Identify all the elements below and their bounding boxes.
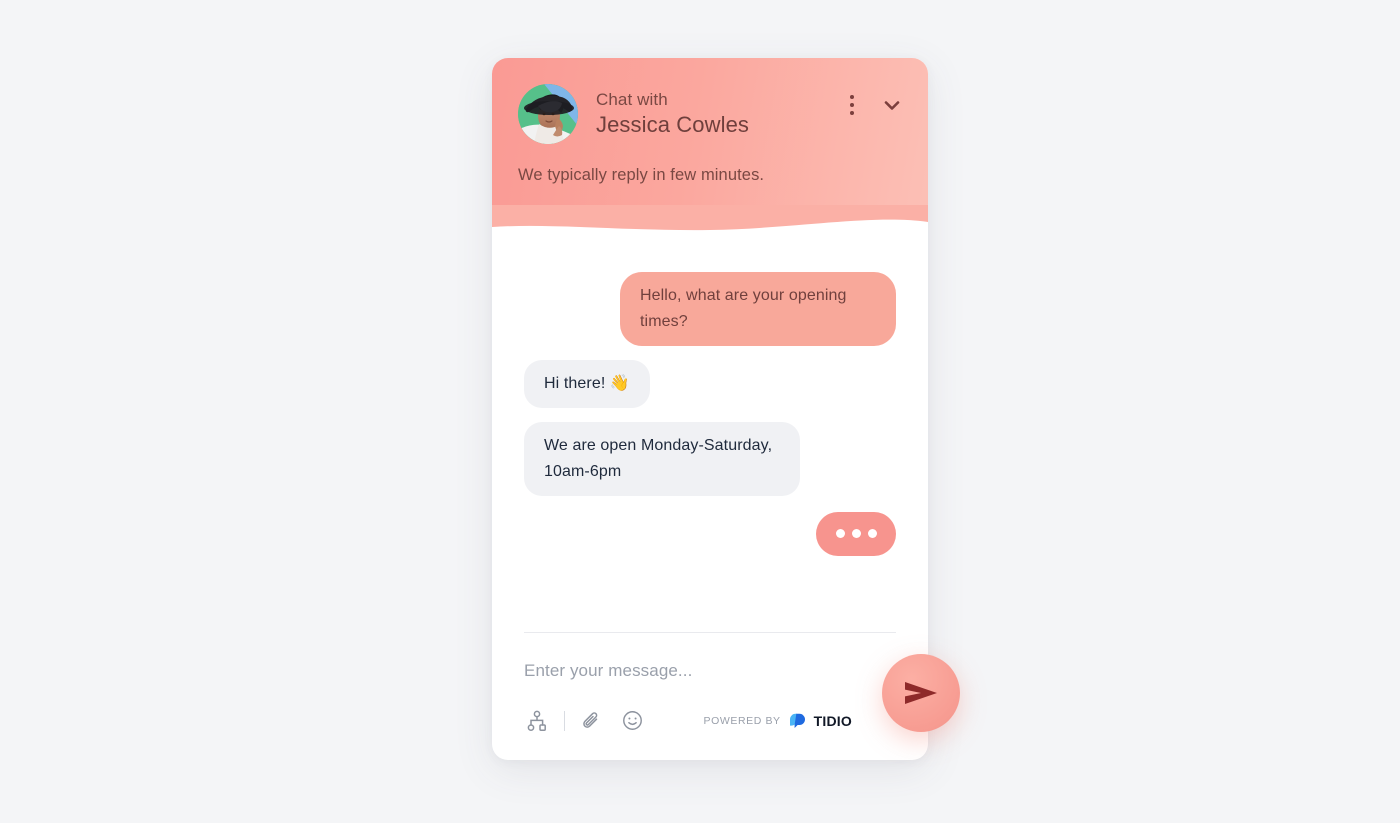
chat-with-label: Chat with	[596, 89, 668, 109]
emoji-icon[interactable]	[619, 707, 646, 734]
page-background: Chat with Jessica Cowles We typically re…	[0, 0, 1400, 823]
powered-by: POWERED BY TIDIO	[703, 712, 852, 729]
header-actions	[848, 91, 906, 137]
more-vertical-icon[interactable]	[848, 93, 856, 117]
chat-widget: Chat with Jessica Cowles We typically re…	[492, 58, 928, 760]
message-bubble-agent: Hi there! 👋	[524, 359, 650, 408]
typing-dot	[851, 529, 861, 539]
paperclip-icon[interactable]	[579, 708, 605, 734]
chevron-down-icon[interactable]	[878, 91, 906, 119]
composer-tools	[524, 707, 646, 734]
message-row-agent: Hi there! 👋	[524, 359, 896, 408]
avatar[interactable]	[518, 84, 578, 144]
header-titles: Chat with Jessica Cowles	[596, 89, 840, 140]
typing-indicator-row	[524, 511, 896, 556]
message-bubble-visitor: Hello, what are your opening times?	[620, 272, 896, 346]
message-row-agent: We are open Monday-Saturday, 10am-6pm	[524, 421, 896, 496]
send-button[interactable]	[882, 654, 960, 732]
message-bubble-agent: We are open Monday-Saturday, 10am-6pm	[524, 421, 800, 496]
typing-dot	[835, 529, 845, 539]
message-composer: POWERED BY TIDIO	[492, 632, 928, 760]
composer-divider	[524, 632, 896, 633]
message-input[interactable]	[524, 661, 896, 681]
header-top-row: Chat with Jessica Cowles	[492, 58, 928, 144]
typing-dot	[867, 529, 877, 539]
message-list: Hello, what are your opening times? Hi t…	[492, 238, 928, 638]
chat-widget-header: Chat with Jessica Cowles We typically re…	[492, 58, 928, 238]
powered-by-label: POWERED BY	[703, 714, 781, 727]
header-wave-divider	[492, 205, 928, 238]
typing-indicator	[816, 511, 896, 556]
agent-name: Jessica Cowles	[596, 111, 750, 137]
reply-time-text: We typically reply in few minutes.	[518, 166, 765, 184]
flow-chart-icon[interactable]	[524, 708, 550, 734]
tool-separator	[564, 710, 565, 731]
send-paper-plane-icon	[901, 676, 941, 710]
brand-name: TIDIO	[813, 712, 852, 729]
more-vertical-glyph	[850, 95, 854, 115]
composer-footer: POWERED BY TIDIO	[524, 707, 896, 734]
message-row-visitor: Hello, what are your opening times?	[524, 272, 896, 346]
tidio-logo-icon	[788, 712, 807, 729]
